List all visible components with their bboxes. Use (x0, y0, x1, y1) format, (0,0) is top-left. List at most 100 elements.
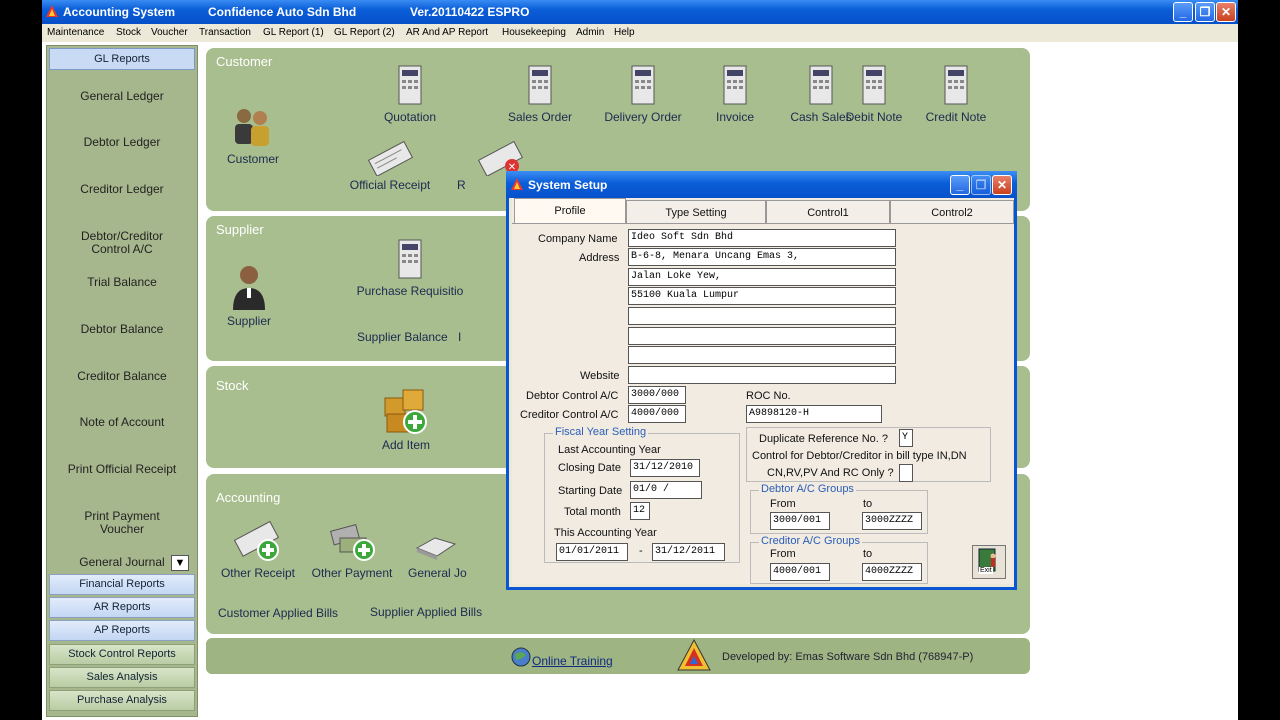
dup-ref-field[interactable]: Y (899, 429, 913, 447)
sidebar-item-debtor-balance[interactable]: Debtor Balance (49, 323, 195, 336)
roc-field[interactable]: A9898120-H (746, 405, 882, 423)
sidebar-item-creditor-ledger[interactable]: Creditor Ledger (49, 183, 195, 196)
tab-divider (512, 223, 1014, 224)
sidebar-item-creditor-balance[interactable]: Creditor Balance (49, 370, 195, 383)
close-button[interactable]: ✕ (1216, 2, 1236, 22)
payment-add-icon (329, 524, 375, 561)
sidebar-item-print-payment-voucher[interactable]: Print Payment Voucher (49, 510, 195, 536)
roc-label: ROC No. (746, 390, 791, 402)
address-line-6[interactable] (628, 346, 896, 364)
company-name-field[interactable]: Ideo Soft Sdn Bhd (628, 229, 896, 247)
menu-housekeeping[interactable]: Housekeeping (502, 27, 566, 38)
creditor-to-field[interactable]: 4000ZZZZ (862, 563, 922, 581)
debtor-to-field[interactable]: 3000ZZZZ (862, 512, 922, 530)
title-bar: Accounting System Confidence Auto Sdn Bh… (42, 0, 1238, 24)
address-line-5[interactable] (628, 327, 896, 345)
tile-quotation[interactable]: Quotation (382, 64, 438, 124)
tile-other-payment[interactable]: Other Payment (308, 518, 396, 580)
add-item-box-icon (384, 389, 427, 434)
debtor-from-label: From (770, 498, 796, 510)
sidebar-header-gl-reports[interactable]: GL Reports (49, 48, 195, 70)
tile-sales-order[interactable]: Sales Order (500, 64, 580, 124)
online-training-link[interactable]: Online Training (532, 654, 613, 668)
tile-other-receipt[interactable]: Other Receipt (216, 518, 300, 580)
sidebar-item-general-ledger[interactable]: General Ledger (49, 90, 195, 103)
tab-type-setting[interactable]: Type Setting (626, 200, 766, 224)
tile-debit-note[interactable]: Debit Note (842, 64, 906, 124)
dialog-maximize-button[interactable]: ❐ (971, 175, 991, 195)
dialog-title: System Setup (528, 178, 608, 192)
debit-note-label: Debit Note (845, 110, 903, 124)
address-line-1[interactable]: B-6-8, Menara Uncang Emas 3, (628, 248, 896, 266)
sidebar-sales-analysis[interactable]: Sales Analysis (49, 667, 195, 688)
purchase-requisition-label: Purchase Requisitio (356, 284, 464, 298)
control-only-field[interactable] (899, 464, 913, 482)
tile-delivery-order[interactable]: Delivery Order (598, 64, 688, 124)
maximize-button[interactable]: ❐ (1195, 2, 1215, 22)
menu-ar-ap-report[interactable]: AR And AP Report (406, 27, 488, 38)
menu-help[interactable]: Help (614, 27, 635, 38)
tile-credit-note[interactable]: Credit Note (922, 64, 990, 124)
company-name: Confidence Auto Sdn Bhd (208, 5, 357, 19)
starting-date-label: Starting Date (558, 485, 623, 497)
dialog-close-button[interactable]: ✕ (992, 175, 1012, 195)
tab-control1[interactable]: Control1 (766, 200, 890, 224)
invoice-label: Invoice (715, 110, 755, 124)
version: Ver.20110422 ESPRO (410, 5, 530, 19)
this-year-to-field[interactable]: 31/12/2011 (652, 543, 725, 561)
tile-official-receipt[interactable]: Official Receipt (348, 140, 432, 192)
total-month-label: Total month (564, 506, 621, 518)
sidebar-stock-control-reports[interactable]: Stock Control Reports (49, 644, 195, 665)
supplier-applied-bills-link[interactable]: Supplier Applied Bills (370, 605, 482, 619)
exit-button[interactable]: Exit (972, 545, 1006, 579)
tab-profile[interactable]: Profile (514, 198, 626, 224)
sidebar-item-note-of-account[interactable]: Note of Account (49, 416, 195, 429)
debtor-from-field[interactable]: 3000/001 (770, 512, 830, 530)
starting-date-field[interactable]: 01/0 / (630, 481, 702, 499)
closing-date-field[interactable]: 31/12/2010 (630, 459, 700, 477)
customer-tile[interactable]: Customer (223, 106, 283, 166)
sidebar-financial-reports[interactable]: Financial Reports (49, 574, 195, 595)
dialog-minimize-button[interactable]: _ (950, 175, 970, 195)
sidebar-ar-reports[interactable]: AR Reports (49, 597, 195, 618)
minimize-button[interactable]: _ (1173, 2, 1193, 22)
credit-note-label: Credit Note (925, 110, 987, 124)
debtor-control-field[interactable]: 3000/000 (628, 386, 686, 404)
customer-applied-bills-link[interactable]: Customer Applied Bills (218, 606, 338, 620)
website-field[interactable] (628, 366, 896, 384)
sidebar-purchase-analysis[interactable]: Purchase Analysis (49, 690, 195, 711)
menu-stock[interactable]: Stock (116, 27, 141, 38)
tile-add-item[interactable]: Add Item (374, 384, 438, 452)
menu-gl-report-1[interactable]: GL Report (1) (263, 27, 324, 38)
menu-voucher[interactable]: Voucher (151, 27, 188, 38)
tile-purchase-requisition[interactable]: Purchase Requisitio (354, 238, 466, 298)
supplier-tile[interactable]: Supplier (222, 262, 276, 328)
sidebar-item-debtor-ledger[interactable]: Debtor Ledger (49, 136, 195, 149)
menu-maintenance[interactable]: Maintenance (47, 27, 104, 38)
tile-invoice[interactable]: Invoice (708, 64, 762, 124)
creditor-control-field[interactable]: 4000/000 (628, 405, 686, 423)
total-month-field[interactable]: 12 (630, 502, 650, 520)
sidebar-item-control-ac[interactable]: Debtor/Creditor Control A/C (49, 230, 195, 256)
tile-general-journal[interactable]: General Jo (408, 518, 467, 580)
creditor-from-field[interactable]: 4000/001 (770, 563, 830, 581)
last-year-label: Last Accounting Year (558, 444, 661, 456)
address-line-4[interactable] (628, 307, 896, 325)
supplier-balance-link[interactable]: Supplier Balance (357, 330, 448, 344)
document-icon (631, 65, 655, 105)
tab-control2[interactable]: Control2 (890, 200, 1014, 224)
this-year-label: This Accounting Year (554, 527, 657, 539)
this-year-from-field[interactable]: 01/01/2011 (556, 543, 628, 561)
menu-gl-report-2[interactable]: GL Report (2) (334, 27, 395, 38)
menu-admin[interactable]: Admin (576, 27, 604, 38)
dialog-logo-icon (511, 178, 523, 190)
creditor-control-label: Creditor Control A/C (520, 409, 619, 421)
address-line-2[interactable]: Jalan Loke Yew, (628, 268, 896, 286)
accounting-section-title: Accounting (216, 490, 281, 505)
sidebar-item-print-official-receipt[interactable]: Print Official Receipt (49, 463, 195, 476)
menu-transaction[interactable]: Transaction (199, 27, 251, 38)
sidebar-item-trial-balance[interactable]: Trial Balance (49, 276, 195, 289)
sidebar-ap-reports[interactable]: AP Reports (49, 620, 195, 641)
scroll-down-icon[interactable]: ▼ (171, 555, 189, 571)
address-line-3[interactable]: 55100 Kuala Lumpur (628, 287, 896, 305)
